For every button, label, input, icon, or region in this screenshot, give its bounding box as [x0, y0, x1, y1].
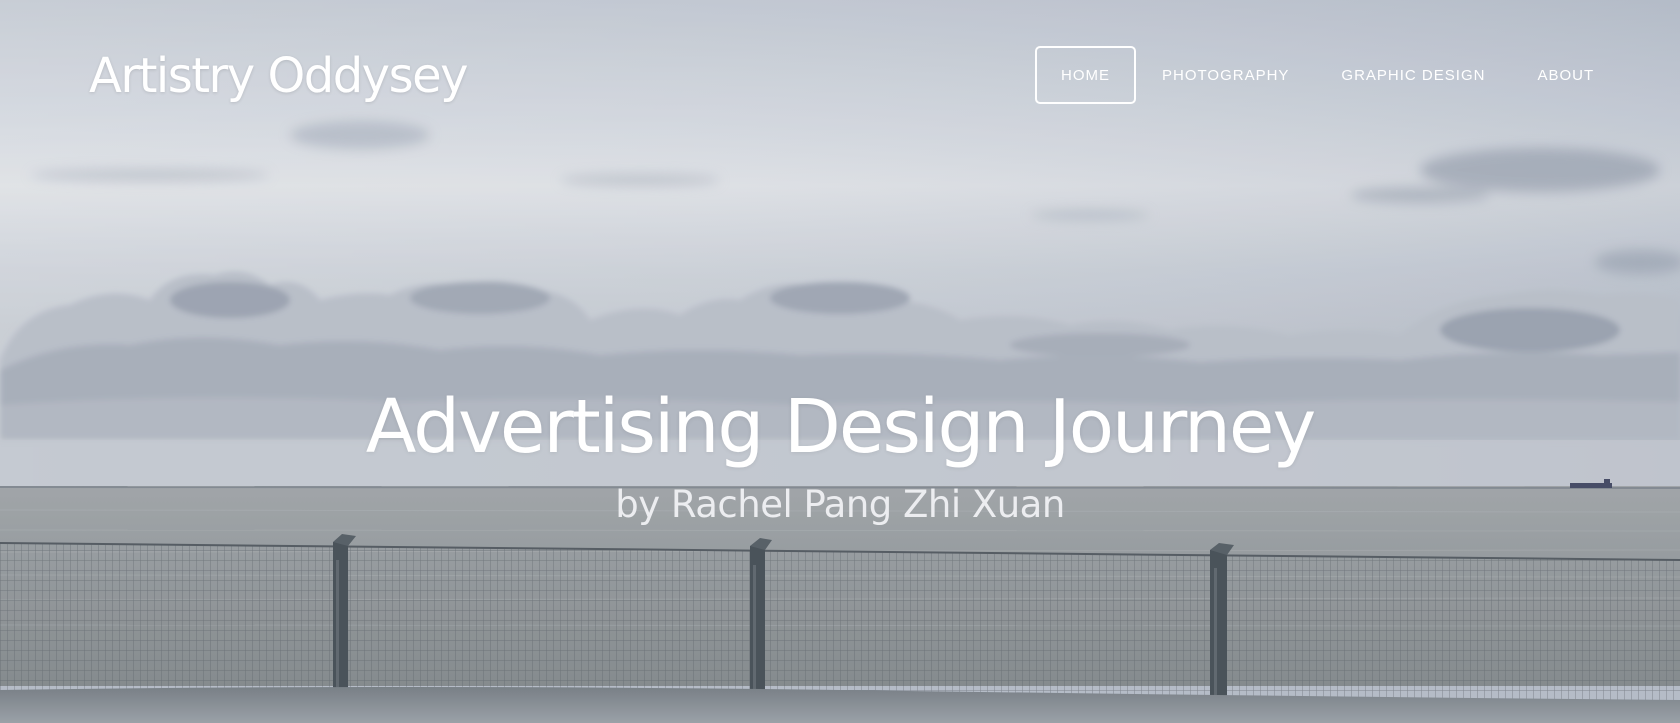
nav-home[interactable]: HOME	[1035, 46, 1136, 104]
hero-section: Artistry Oddysey HOME PHOTOGRAPHY GRAPHI…	[0, 0, 1680, 723]
site-title[interactable]: Artistry Oddysey	[89, 48, 469, 104]
hero-overlay	[0, 0, 1680, 723]
hero-headline: Advertising Design Journey	[365, 384, 1316, 470]
hero-byline: by Rachel Pang Zhi Xuan	[615, 483, 1065, 526]
nav-graphic-design[interactable]: GRAPHIC DESIGN	[1315, 46, 1511, 104]
nav-about[interactable]: ABOUT	[1511, 46, 1620, 104]
nav-photography[interactable]: PHOTOGRAPHY	[1136, 46, 1315, 104]
main-nav: HOME PHOTOGRAPHY GRAPHIC DESIGN ABOUT	[1035, 46, 1620, 104]
